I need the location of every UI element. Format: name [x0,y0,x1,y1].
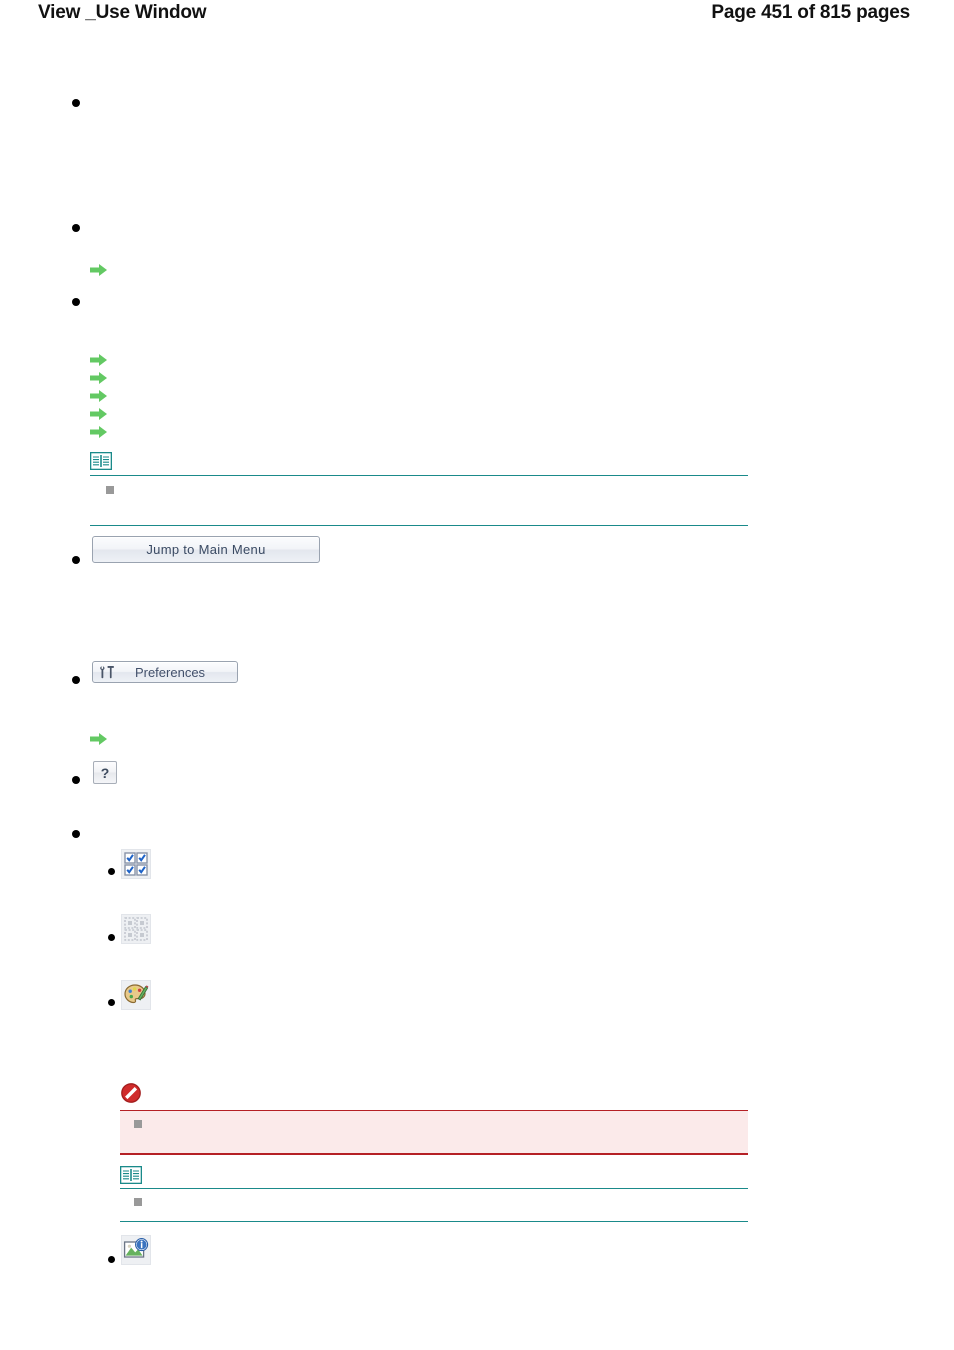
bullet-item-crop-frame [108,934,115,941]
question-mark-icon: ? [100,764,110,781]
bullet-item-2 [72,224,80,232]
note-rule-bottom [120,1221,748,1222]
image-info-icon [123,1238,149,1258]
jump-to-main-menu-button[interactable]: Jump to Main Menu [92,536,320,563]
crop-frame-icon [124,917,148,941]
link-arrow-2[interactable] [90,353,108,367]
bullet-item-toolbar [72,830,80,838]
bullet-item-image-info [108,1256,115,1263]
color-palette-button[interactable] [121,980,151,1010]
green-arrow-icon [90,390,107,402]
select-all-button[interactable] [121,849,151,879]
tools-icon [99,665,117,679]
jump-to-main-menu-label: Jump to Main Menu [146,542,266,557]
color-palette-icon [124,984,149,1004]
bullet-item-preferences [72,676,80,684]
link-arrow-3[interactable] [90,371,108,385]
link-arrow-6[interactable] [90,425,108,439]
note-box-upper [89,451,748,530]
preferences-button[interactable]: Preferences [92,661,238,683]
green-arrow-icon [90,354,107,366]
note-rule-top [120,1188,748,1189]
help-button[interactable]: ? [93,761,117,784]
green-arrow-icon [90,264,107,276]
bullet-item-select-all [108,868,115,875]
green-arrow-icon [90,426,107,438]
select-all-checkboxes-icon [124,852,148,876]
bullet-item-jump-menu [72,556,80,564]
link-arrow-7[interactable] [90,732,108,746]
bullet-item-1 [72,99,80,107]
note-rule-top [90,475,748,476]
page-header: View _Use Window Page 451 of 815 pages [0,0,954,34]
important-fill [120,1111,748,1153]
preferences-label: Preferences [134,664,206,680]
note-square-bullet [134,1198,142,1206]
link-arrow-5[interactable] [90,407,108,421]
image-info-button[interactable] [121,1235,151,1265]
important-box [120,1082,748,1157]
note-square-bullet [106,486,114,494]
bullet-item-help [72,776,80,784]
green-arrow-icon [90,408,107,420]
open-book-note-icon [89,451,113,471]
note-rule-bottom [90,525,748,526]
link-arrow-1[interactable] [90,263,108,277]
link-arrow-4[interactable] [90,389,108,403]
bullet-item-color-palette [108,999,115,1006]
green-arrow-icon [90,733,107,745]
page-number-indicator: Page 451 of 815 pages [711,2,910,23]
important-square-bullet [134,1120,142,1128]
note-box-lower [119,1165,748,1224]
green-arrow-icon [90,372,107,384]
bullet-item-3 [72,298,80,306]
important-rule-bottom [120,1153,748,1155]
prohibited-sign-icon [120,1082,142,1104]
crop-frame-button[interactable] [121,914,151,944]
open-book-note-icon [119,1165,143,1185]
header-title-left: View _Use Window [38,2,207,23]
